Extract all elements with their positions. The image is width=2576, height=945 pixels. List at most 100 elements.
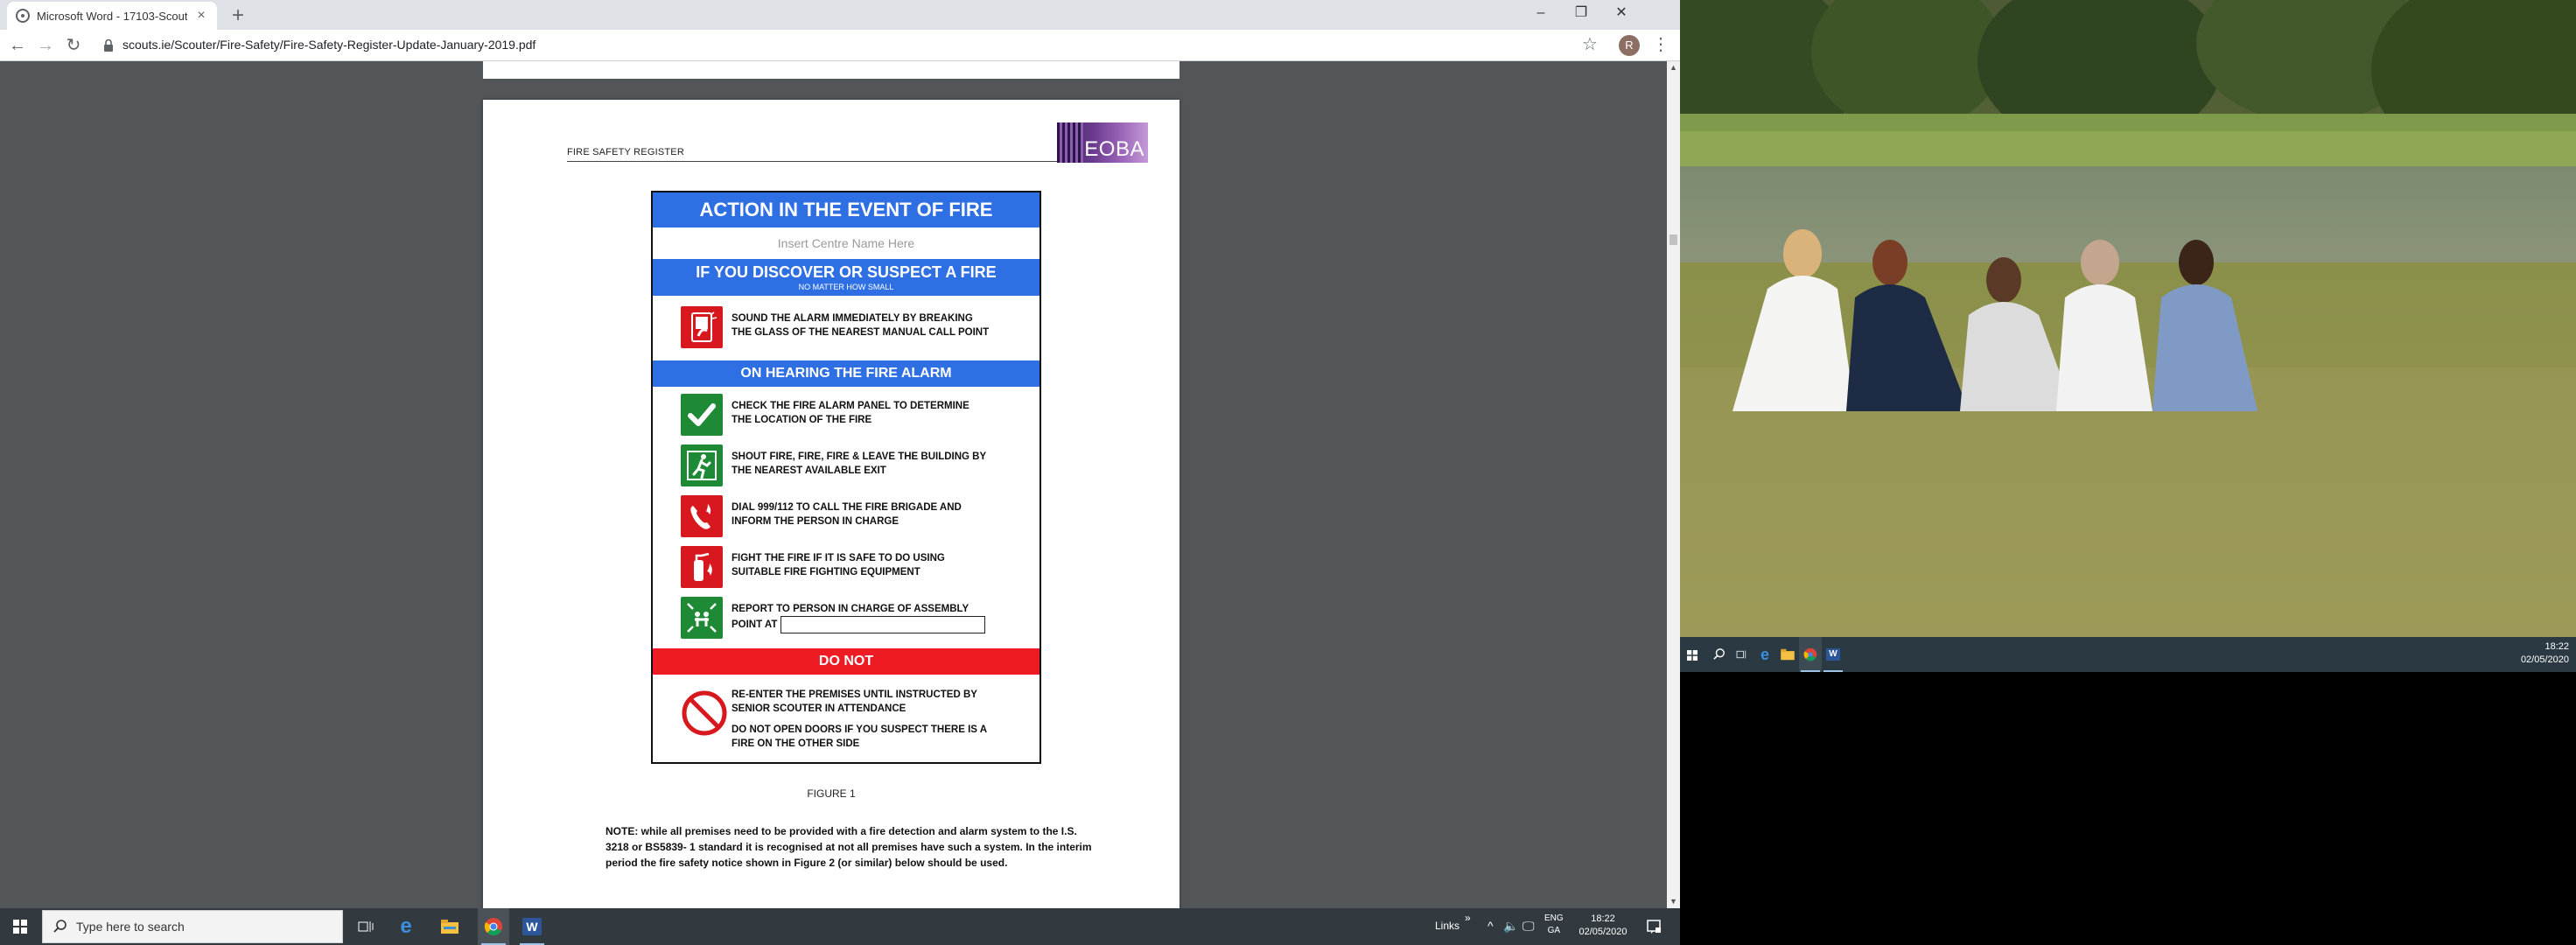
running-app-indicator	[1824, 670, 1843, 672]
discover-step-line-1: SOUND THE ALARM IMMEDIATELY BY BREAKING	[732, 313, 973, 324]
restore-icon[interactable]: ❐	[1561, 0, 1601, 26]
taskbar-clock[interactable]: 18:22 02/05/2020	[1575, 913, 1631, 939]
search-icon[interactable]	[1708, 637, 1731, 672]
address-bar-url[interactable]: scouts.ie/Scouter/Fire-Safety/Fire-Safet…	[122, 38, 536, 52]
hearing-heading: ON HEARING THE FIRE ALARM	[653, 360, 1040, 387]
back-arrow-icon[interactable]: ←	[5, 33, 30, 58]
windows-start-icon[interactable]	[1680, 637, 1704, 674]
browser-tab[interactable]: Microsoft Word - 17103-Scouti... ×	[7, 2, 217, 30]
eoba-logo: EOBA	[1057, 122, 1148, 163]
taskbar-search[interactable]: Type here to search	[42, 910, 343, 943]
no-entry-icon	[682, 690, 727, 736]
do-not-item: DO NOT OPEN DOORS IF YOU SUSPECT THERE I…	[732, 723, 1020, 751]
volume-icon[interactable]: 🔈	[1503, 919, 1518, 934]
tray-expand-icon[interactable]: ^	[1488, 919, 1494, 933]
profile-avatar[interactable]: R	[1619, 35, 1640, 56]
vertical-scrollbar[interactable]: ▲ ▼	[1667, 61, 1680, 908]
forward-arrow-icon[interactable]: →	[33, 33, 58, 58]
do-not-heading: DO NOT	[653, 648, 1040, 675]
edge-browser-icon[interactable]: e	[390, 908, 422, 945]
clock-time: 18:22	[2544, 641, 2569, 652]
file-explorer-icon[interactable]	[434, 908, 466, 945]
search-placeholder: Type here to search	[76, 920, 185, 934]
scroll-down-arrow-icon[interactable]: ▼	[1667, 895, 1680, 908]
secondary-taskbar: e W 18:22 02/05/2020	[1680, 637, 2576, 672]
word-icon[interactable]: W	[1822, 637, 1844, 672]
step-line-1: SHOUT FIRE, FIRE, FIRE & LEAVE THE BUILD…	[732, 452, 987, 462]
step-line-2: THE LOCATION OF THE FIRE	[732, 415, 872, 425]
header-rule	[567, 161, 1110, 162]
scroll-up-arrow-icon[interactable]: ▲	[1667, 61, 1680, 74]
network-icon[interactable]: 🖵	[1522, 919, 1535, 934]
tab-title: Microsoft Word - 17103-Scouti...	[37, 9, 187, 23]
hearing-step: CHECK THE FIRE ALARM PANEL TO DETERMINE …	[681, 394, 1031, 438]
desktop-wallpaper-photo	[1680, 0, 2576, 637]
do-not-line: DO NOT OPEN DOORS IF YOU SUSPECT THERE I…	[732, 724, 988, 735]
browser-tab-strip: Microsoft Word - 17103-Scouti... × + – ❐…	[0, 0, 1680, 30]
file-explorer-icon[interactable]	[1776, 637, 1799, 672]
clock-time: 18:22	[1591, 914, 1615, 924]
links-toolbar[interactable]: Links	[1435, 920, 1460, 932]
kebab-menu-icon[interactable]: ⋮	[1652, 33, 1670, 55]
hearing-step: SHOUT FIRE, FIRE, FIRE & LEAVE THE BUILD…	[681, 444, 1031, 488]
edge-browser-icon[interactable]: e	[1754, 637, 1776, 672]
scroll-thumb[interactable]	[1670, 234, 1677, 245]
reload-icon[interactable]: ↻	[61, 33, 86, 58]
discover-heading-band: IF YOU DISCOVER OR SUSPECT A FIRE NO MAT…	[653, 259, 1040, 296]
windows-start-icon[interactable]	[0, 908, 40, 945]
assembly-point-field[interactable]	[780, 616, 986, 634]
fire-phone-icon	[681, 495, 723, 537]
primary-monitor: Microsoft Word - 17103-Scouti... × + – ❐…	[0, 0, 1680, 945]
discover-heading: IF YOU DISCOVER OR SUSPECT A FIRE	[696, 263, 997, 281]
logo-text: EOBA	[1084, 137, 1144, 161]
do-not-line: FIRE ON THE OTHER SIDE	[732, 738, 860, 749]
notification-icon[interactable]	[1645, 918, 1662, 935]
new-tab-button[interactable]: +	[226, 4, 250, 28]
close-window-icon[interactable]: ✕	[1601, 0, 1642, 26]
lang-primary: ENG	[1544, 914, 1564, 923]
minimize-icon[interactable]: –	[1521, 0, 1561, 26]
note-paragraph: NOTE: while all premises need to be prov…	[606, 823, 1104, 871]
word-icon[interactable]: W	[516, 908, 548, 945]
language-indicator[interactable]: ENG GA	[1544, 913, 1564, 937]
note-line: period the fire safety notice shown in F…	[606, 857, 1008, 869]
extinguisher-icon	[681, 546, 723, 588]
document-header: FIRE SAFETY REGISTER	[567, 147, 684, 158]
do-not-item: RE-ENTER THE PREMISES UNTIL INSTRUCTED B…	[732, 688, 1020, 716]
lang-secondary: GA	[1547, 926, 1561, 935]
do-not-line: RE-ENTER THE PREMISES UNTIL INSTRUCTED B…	[732, 690, 977, 700]
notice-title: ACTION IN THE EVENT OF FIRE	[653, 192, 1040, 228]
globe-icon	[16, 9, 30, 23]
task-view-icon[interactable]	[1731, 637, 1754, 672]
chrome-icon[interactable]	[1799, 637, 1822, 672]
taskbar: Type here to search e W Links » ^ 🔈 🖵 EN…	[0, 908, 1680, 945]
bookmark-star-icon[interactable]: ☆	[1582, 33, 1598, 55]
toolbar-chevron-icon[interactable]: »	[1465, 912, 1471, 924]
step-line-1: CHECK THE FIRE ALARM PANEL TO DETERMINE	[732, 401, 970, 411]
pdf-viewer: FIRE SAFETY REGISTER EOBA ACTION IN THE …	[0, 61, 1667, 908]
hearing-step: REPORT TO PERSON IN CHARGE OF ASSEMBLY P…	[681, 597, 1031, 640]
taskbar-clock[interactable]: 18:22 02/05/2020	[2502, 640, 2572, 667]
note-line: NOTE: while all premises need to be prov…	[606, 825, 1077, 837]
do-not-line: SENIOR SCOUTER IN ATTENDANCE	[732, 704, 906, 714]
chrome-icon[interactable]	[478, 908, 509, 945]
step-line-1: DIAL 999/112 TO CALL THE FIRE BRIGADE AN…	[732, 502, 962, 513]
task-view-icon[interactable]	[350, 908, 382, 945]
step-line-1: REPORT TO PERSON IN CHARGE OF ASSEMBLY	[732, 604, 970, 614]
clock-date: 02/05/2020	[2520, 654, 2569, 665]
pdf-page: FIRE SAFETY REGISTER EOBA ACTION IN THE …	[483, 100, 1180, 908]
fire-alarm-call-point-icon	[681, 306, 723, 348]
hearing-step: FIGHT THE FIRE IF IT IS SAFE TO DO USING…	[681, 546, 1031, 590]
step-line-2: THE NEAREST AVAILABLE EXIT	[732, 466, 886, 476]
lock-icon	[104, 38, 113, 52]
secondary-monitor: e W 18:22 02/05/2020	[1680, 0, 2576, 945]
step-line-1: FIGHT THE FIRE IF IT IS SAFE TO DO USING	[732, 553, 945, 564]
close-tab-icon[interactable]: ×	[194, 8, 208, 24]
figure-caption: FIGURE 1	[807, 788, 856, 800]
step-line-2: POINT AT	[732, 620, 778, 631]
step-line-2: SUITABLE FIRE FIGHTING EQUIPMENT	[732, 567, 920, 578]
pdf-page-previous	[483, 61, 1180, 79]
fire-action-notice: ACTION IN THE EVENT OF FIRE Insert Centr…	[651, 191, 1041, 764]
checkmark-icon	[681, 394, 723, 436]
hearing-step: DIAL 999/112 TO CALL THE FIRE BRIGADE AN…	[681, 495, 1031, 539]
